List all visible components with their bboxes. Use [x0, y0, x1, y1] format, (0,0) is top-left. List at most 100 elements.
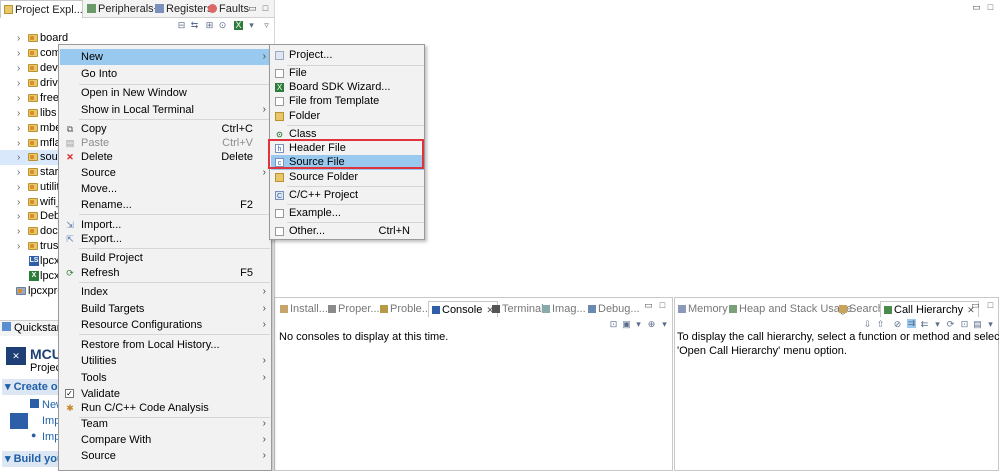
tree-item-devi[interactable]: › devi: [0, 61, 60, 76]
tab-search[interactable]: Search: [839, 301, 884, 317]
menu-item-team[interactable]: Team ›: [60, 416, 271, 432]
minimize-icon[interactable]: ▭: [972, 3, 981, 12]
filter-icon[interactable]: ⊞: [205, 21, 214, 30]
menu-item-index[interactable]: Index ›: [60, 284, 271, 300]
menu-item-refresh[interactable]: ⟳ Refresh F5: [60, 265, 271, 281]
menu-item-show-terminal[interactable]: Show in Local Terminal ›: [60, 102, 271, 118]
tab-quickstart[interactable]: Quickstart: [14, 322, 64, 334]
menu-item-build-project[interactable]: Build Project: [60, 250, 271, 266]
menu-item-source[interactable]: Source ›: [60, 165, 271, 181]
refresh-icon[interactable]: ⟳: [946, 320, 955, 329]
submenu-item-other[interactable]: Other... Ctrl+N: [271, 224, 424, 239]
menu-item-export[interactable]: ⇱ Export...: [60, 231, 271, 247]
tab-terminal[interactable]: Terminal: [492, 301, 544, 317]
chevron-right-icon[interactable]: ›: [17, 76, 20, 91]
menu-item-move[interactable]: Move...: [60, 181, 271, 197]
submenu-item-project[interactable]: Project...: [271, 48, 424, 63]
view-menu-icon[interactable]: ▾: [986, 320, 995, 329]
chevron-right-icon[interactable]: ›: [17, 31, 20, 46]
submenu-item-board-sdk[interactable]: X Board SDK Wizard...: [271, 80, 424, 95]
cancel-icon[interactable]: ⊘: [893, 320, 902, 329]
minimize-icon[interactable]: ▭: [248, 4, 257, 13]
pin-view-icon[interactable]: ⊡: [960, 320, 969, 329]
tab-faults[interactable]: Faults: [205, 0, 249, 18]
chevron-right-icon[interactable]: ›: [17, 165, 20, 180]
submenu-item-folder[interactable]: Folder: [271, 109, 424, 124]
maximize-icon[interactable]: □: [658, 301, 667, 310]
submenu-item-cpp-project[interactable]: C C/C++ Project: [271, 188, 424, 203]
tab-console[interactable]: Console ✕: [428, 301, 498, 317]
tree-item-trust[interactable]: › trust: [0, 239, 61, 254]
tab-properties[interactable]: Proper...: [328, 301, 380, 317]
menu-item-restore-history[interactable]: Restore from Local History...: [60, 337, 271, 353]
menu-item-utilities[interactable]: Utilities ›: [60, 353, 271, 369]
tree-item-board[interactable]: › board: [0, 31, 68, 46]
menu-item-source-2[interactable]: Source ›: [60, 448, 271, 464]
menu-item-open-new-window[interactable]: Open in New Window: [60, 85, 271, 101]
tab-peripherals[interactable]: Peripherals+: [84, 0, 160, 18]
tree-item-utilit[interactable]: › utilit: [0, 180, 60, 195]
minimize-icon[interactable]: ▭: [644, 301, 653, 310]
chevron-right-icon[interactable]: ›: [17, 150, 20, 165]
quickstart-section-create[interactable]: ▾ Create or: [2, 379, 58, 395]
tab-heap-stack[interactable]: Heap and Stack Usage: [729, 301, 852, 317]
chevron-down-icon[interactable]: ▾: [247, 21, 256, 30]
tree-item-lpcx-ls[interactable]: LS lpcx: [0, 254, 60, 269]
tree-item-mfla[interactable]: › mfla: [0, 136, 61, 151]
chevron-right-icon[interactable]: ›: [17, 209, 20, 224]
menu-item-rename[interactable]: Rename... F2: [60, 197, 271, 213]
mcuxpresso-icon[interactable]: X: [234, 21, 243, 30]
chevron-down-icon[interactable]: ▾: [634, 320, 643, 329]
pin-console-icon[interactable]: ▣: [622, 320, 631, 329]
display-console-icon[interactable]: ⊡: [609, 320, 618, 329]
tree-item-lpcx-x[interactable]: Xlpcx: [0, 269, 60, 284]
link-editor-icon[interactable]: ⇆: [190, 21, 199, 30]
chevron-right-icon[interactable]: ›: [17, 121, 20, 136]
tab-registers[interactable]: Registers: [152, 0, 212, 18]
arrow-up-icon[interactable]: ⇧: [876, 320, 885, 329]
quickstart-section-build[interactable]: ▾ Build you: [2, 451, 58, 467]
tree-item-start[interactable]: › start: [0, 165, 61, 180]
maximize-icon[interactable]: □: [986, 301, 995, 310]
tree-item-doc[interactable]: › doc: [0, 224, 58, 239]
tree-item-lpcxpre[interactable]: lpcxpre: [0, 284, 63, 299]
open-console-icon[interactable]: ⊕: [647, 320, 656, 329]
arrow-down-icon[interactable]: ⇩: [863, 320, 872, 329]
submenu-item-source-folder[interactable]: Source Folder: [271, 170, 424, 185]
tab-project-explorer[interactable]: Project Expl...: [0, 0, 83, 18]
chevron-right-icon[interactable]: ›: [17, 106, 20, 121]
menu-item-delete[interactable]: ✕ Delete Delete: [60, 149, 271, 165]
tab-image[interactable]: Imag...: [542, 301, 586, 317]
maximize-icon[interactable]: □: [986, 3, 995, 12]
menu-item-go-into[interactable]: Go Into: [60, 66, 271, 82]
tree-item-debug[interactable]: › Deb: [0, 209, 60, 224]
submenu-item-file[interactable]: File: [271, 66, 424, 81]
menu-item-new[interactable]: New ›: [60, 49, 271, 65]
minimize-icon[interactable]: ▭: [971, 301, 980, 310]
submenu-item-example[interactable]: Example...: [271, 206, 424, 221]
menu-item-run-analysis[interactable]: ✱ Run C/C++ Code Analysis: [60, 400, 271, 416]
tree-item-com[interactable]: › com: [0, 46, 61, 61]
menu-item-compare-with[interactable]: Compare With ›: [60, 432, 271, 448]
chevron-right-icon[interactable]: ›: [17, 180, 20, 195]
tree-item-libs[interactable]: › libs: [0, 106, 58, 121]
tree-item-freer[interactable]: › freer: [0, 91, 63, 106]
history-icon[interactable]: ▤: [973, 320, 982, 329]
tree-item-source[interactable]: › sour: [0, 150, 61, 165]
tree-item-drive[interactable]: › drive: [0, 76, 64, 91]
tab-debug[interactable]: Debug...: [588, 301, 640, 317]
view-menu-icon[interactable]: ▾: [660, 320, 669, 329]
menu-item-tools[interactable]: Tools ›: [60, 370, 271, 386]
view-menu-icon[interactable]: ▿: [262, 21, 271, 30]
menu-item-resource-configurations[interactable]: Resource Configurations ›: [60, 317, 271, 333]
tree-item-wifi[interactable]: › wifi_: [0, 195, 62, 210]
maximize-icon[interactable]: □: [261, 4, 270, 13]
chevron-down-icon[interactable]: ▾: [933, 320, 942, 329]
tab-call-hierarchy[interactable]: Call Hierarchy ✕: [880, 301, 979, 317]
tree-item-mbe[interactable]: › mbe: [0, 121, 61, 136]
chevron-right-icon[interactable]: ›: [17, 195, 20, 210]
chevron-right-icon[interactable]: ›: [17, 91, 20, 106]
tab-installed[interactable]: Install...: [280, 301, 328, 317]
show-callers-icon[interactable]: ⇉: [907, 319, 916, 328]
chevron-right-icon[interactable]: ›: [17, 46, 20, 61]
